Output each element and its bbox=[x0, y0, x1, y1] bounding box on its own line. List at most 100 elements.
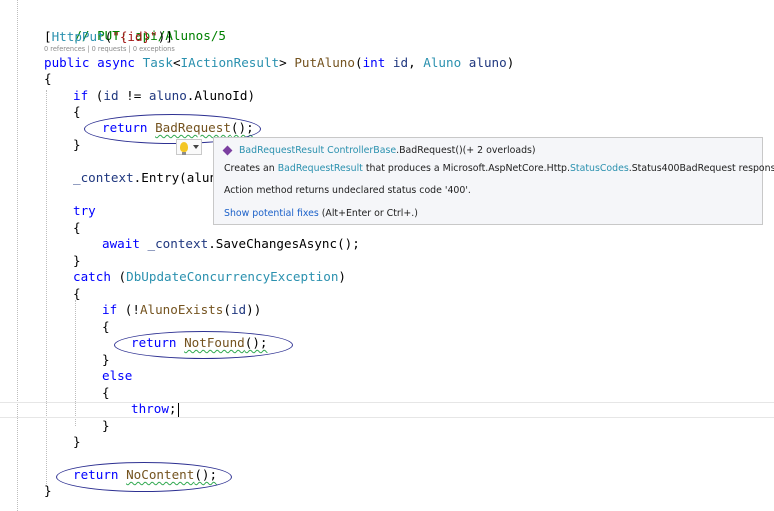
indent-guide bbox=[46, 90, 47, 486]
punct: < bbox=[172, 55, 181, 70]
member-access: .Entry(alun bbox=[133, 170, 218, 185]
tooltip-class[interactable]: ControllerBase bbox=[327, 145, 396, 156]
show-potential-fixes-link[interactable]: Show potential fixes bbox=[224, 208, 319, 219]
keyword: catch bbox=[73, 269, 111, 284]
param-name: aluno bbox=[468, 55, 507, 70]
method-cube-icon bbox=[222, 145, 233, 156]
type-name: Aluno bbox=[423, 55, 462, 70]
code-line-brace: } bbox=[102, 418, 110, 434]
code-line-await: await _context.SaveChangesAsync(); bbox=[102, 236, 360, 252]
member-access: .AlunoId) bbox=[186, 88, 256, 103]
fix-shortcut: (Alt+Enter or Ctrl+.) bbox=[318, 208, 418, 219]
code-line-brace: } bbox=[102, 352, 110, 368]
brace: } bbox=[102, 352, 110, 367]
code-editor[interactable]: // PUT: api/Alunos/5 [HttpPut("{id}")] 0… bbox=[0, 0, 774, 511]
keyword: return bbox=[73, 467, 119, 482]
method-call[interactable]: NotFound bbox=[184, 335, 245, 350]
keyword: int bbox=[362, 55, 386, 70]
code-line-brace: } bbox=[73, 253, 81, 269]
quick-info-tooltip: BadRequestResult ControllerBase .BadReque… bbox=[213, 137, 774, 225]
code-line-if-exists: if (!AlunoExists(id)) bbox=[102, 302, 261, 318]
brace: { bbox=[73, 104, 81, 119]
brace: { bbox=[44, 71, 52, 86]
tooltip-type[interactable]: BadRequestResult bbox=[239, 145, 324, 156]
keyword: await bbox=[102, 236, 140, 251]
code-line-try: try bbox=[73, 203, 96, 219]
brace: { bbox=[73, 286, 81, 301]
code-line-brace: { bbox=[102, 385, 110, 401]
method-call: AlunoExists bbox=[139, 302, 224, 317]
method-call[interactable]: NoContent bbox=[126, 467, 194, 482]
code-line-brace: { bbox=[44, 71, 52, 87]
code-line-brace: { bbox=[73, 220, 81, 236]
code-line-return-notfound: return NotFound(); bbox=[131, 335, 268, 351]
current-line-highlight bbox=[0, 402, 774, 418]
code-line-brace: { bbox=[73, 104, 81, 120]
method-call[interactable]: BadRequest bbox=[155, 120, 231, 135]
param-name: id bbox=[103, 88, 119, 103]
code-line-throw: throw; bbox=[131, 401, 179, 417]
punct: )] bbox=[157, 29, 173, 44]
punct: > bbox=[279, 55, 287, 70]
type-name: IActionResult bbox=[180, 55, 280, 70]
punct: , bbox=[408, 55, 424, 70]
brace: { bbox=[73, 220, 81, 235]
codelens-info[interactable]: 0 references | 0 requests | 0 exceptions bbox=[44, 45, 175, 53]
tooltip-overloads: (+ 2 overloads) bbox=[462, 145, 536, 156]
punct: (! bbox=[124, 302, 140, 317]
punct: != bbox=[118, 88, 149, 103]
code-line-else: else bbox=[102, 368, 132, 384]
member-access: .SaveChangesAsync(); bbox=[208, 236, 360, 251]
keyword: try bbox=[73, 203, 96, 218]
punct: (); bbox=[230, 120, 254, 135]
lightbulb-icon bbox=[180, 142, 188, 155]
brace: } bbox=[73, 434, 81, 449]
code-line-entry: _context.Entry(alun bbox=[73, 170, 217, 186]
keyword: async bbox=[97, 55, 136, 70]
brace: { bbox=[102, 319, 110, 334]
keyword: throw bbox=[131, 401, 169, 416]
tooltip-desc-link[interactable]: StatusCodes bbox=[570, 163, 629, 174]
param-name: id bbox=[230, 302, 247, 317]
tooltip-description: Creates an BadRequestResult that produce… bbox=[224, 163, 774, 174]
punct: ) bbox=[506, 55, 515, 70]
punct: [ bbox=[44, 29, 52, 44]
code-line-attribute: [HttpPut("{id}")] bbox=[44, 29, 173, 44]
code-line-if: if (id != aluno.AlunoId) bbox=[73, 88, 255, 104]
param-name: aluno bbox=[148, 88, 187, 103]
method-name: PutAluno bbox=[294, 55, 355, 70]
text: Creates an bbox=[224, 163, 278, 174]
field-name: _context bbox=[147, 236, 209, 251]
keyword: else bbox=[102, 368, 133, 383]
tooltip-desc-type[interactable]: BadRequestResult bbox=[278, 163, 363, 174]
keyword: public bbox=[44, 55, 90, 70]
tooltip-warning: Action method returns undeclared status … bbox=[224, 185, 471, 196]
keyword: return bbox=[131, 335, 177, 350]
punct: (); bbox=[244, 335, 268, 350]
keyword: return bbox=[102, 120, 148, 135]
chevron-down-icon bbox=[193, 145, 199, 149]
punct: (); bbox=[194, 467, 218, 482]
attribute-string: "{id}" bbox=[112, 29, 158, 44]
quick-actions-button[interactable] bbox=[176, 139, 202, 155]
punct: ( bbox=[118, 269, 127, 284]
indent-guide bbox=[17, 0, 18, 511]
param-name: id bbox=[392, 55, 409, 70]
code-line-brace: } bbox=[44, 483, 52, 499]
code-line-brace: } bbox=[73, 434, 81, 450]
code-line-catch: catch (DbUpdateConcurrencyException) bbox=[73, 269, 346, 285]
punct: ( bbox=[354, 55, 363, 70]
tooltip-signature: BadRequestResult ControllerBase .BadReque… bbox=[222, 145, 536, 156]
type-name: DbUpdateConcurrencyException bbox=[126, 269, 339, 284]
brace: } bbox=[73, 137, 81, 152]
brace: } bbox=[102, 418, 110, 433]
code-line-brace: } bbox=[73, 137, 81, 153]
attribute-name: HttpPut bbox=[51, 29, 105, 44]
punct: ; bbox=[168, 401, 177, 416]
keyword: if bbox=[73, 88, 89, 103]
brace: { bbox=[102, 385, 110, 400]
text-caret bbox=[177, 402, 179, 417]
tooltip-method: .BadRequest() bbox=[396, 145, 463, 156]
tooltip-fix-row: Show potential fixes (Alt+Enter or Ctrl+… bbox=[224, 208, 418, 219]
code-line-brace: { bbox=[73, 286, 81, 302]
